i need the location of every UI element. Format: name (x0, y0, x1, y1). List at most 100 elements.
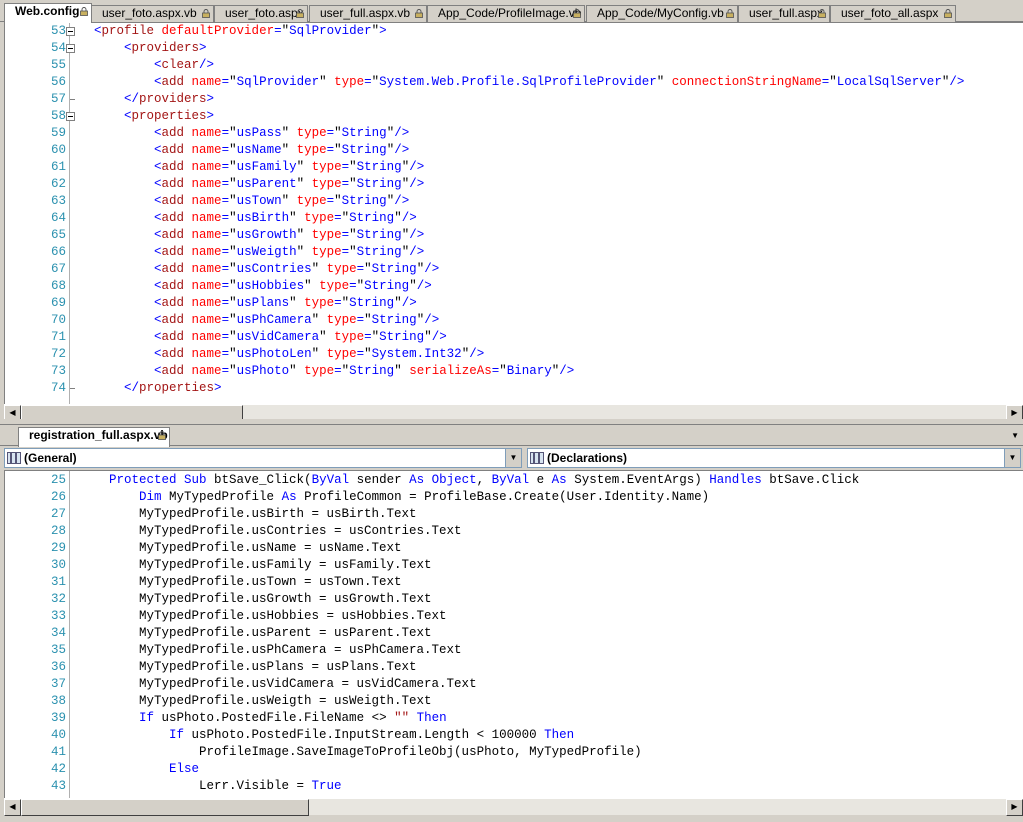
registration-vb-editor[interactable]: 25 Protected Sub btSave_Click(ByVal send… (4, 470, 1023, 798)
line-number: 42 (50, 762, 66, 776)
code-token: /> (409, 177, 425, 191)
chevron-down-icon[interactable]: ▼ (1004, 449, 1020, 467)
code-token: MyTypedProfile (169, 490, 282, 504)
method-name-combo[interactable]: (Declarations) ▼ (527, 448, 1021, 468)
tab-label: user_foto.aspx (225, 6, 304, 20)
code-line[interactable]: 74 </properties> (5, 380, 1023, 397)
code-line[interactable]: 40 If usPhoto.PostedFile.InputStream.Len… (5, 727, 1023, 744)
bottom-horizontal-scrollbar[interactable]: ◀ ▶ (4, 798, 1023, 816)
document-tab[interactable]: App_Code/ProfileImage.vb (427, 5, 585, 22)
document-tab[interactable]: user_full.aspx.vb (309, 5, 427, 22)
code-token: /> (401, 296, 417, 310)
code-line[interactable]: 31 MyTypedProfile.usTown = usTown.Text (5, 574, 1023, 591)
code-line[interactable]: 70 <add name="usPhCamera" type="String"/… (5, 312, 1023, 329)
code-token: SqlProvider (289, 24, 372, 38)
code-line[interactable]: 63 <add name="usTown" type="String"/> (5, 193, 1023, 210)
code-token: usName (236, 143, 282, 157)
code-line[interactable]: 36 MyTypedProfile.usPlans = usPlans.Text (5, 659, 1023, 676)
document-tab[interactable]: user_foto.aspx (214, 5, 308, 22)
code-line[interactable]: 61 <add name="usFamily" type="String"/> (5, 159, 1023, 176)
pane-splitter[interactable] (0, 419, 1023, 425)
code-line[interactable]: 42 Else (5, 761, 1023, 778)
document-tab[interactable]: user_foto.aspx.vb (91, 5, 214, 22)
lock-icon (818, 9, 826, 18)
code-line[interactable]: 58 <properties> (5, 108, 1023, 125)
document-tab[interactable]: user_full.aspx (738, 5, 830, 22)
code-token: " (296, 160, 312, 174)
code-line[interactable]: 67 <add name="usContries" type="String"/… (5, 261, 1023, 278)
code-line[interactable]: 66 <add name="usWeigth" type="String"/> (5, 244, 1023, 261)
code-line[interactable]: 37 MyTypedProfile.usVidCamera = usVidCam… (5, 676, 1023, 693)
code-line[interactable]: 34 MyTypedProfile.usParent = usParent.Te… (5, 625, 1023, 642)
code-token: add (161, 228, 192, 242)
code-line[interactable]: 69 <add name="usPlans" type="String"/> (5, 295, 1023, 312)
code-line[interactable]: 32 MyTypedProfile.usGrowth = usGrowth.Te… (5, 591, 1023, 608)
code-line[interactable]: 54 <providers> (5, 40, 1023, 57)
code-line[interactable]: 30 MyTypedProfile.usFamily = usFamily.Te… (5, 557, 1023, 574)
document-tab[interactable]: registration_full.aspx.vb (18, 427, 170, 447)
scroll-left-icon[interactable]: ◀ (4, 799, 21, 816)
code-token: " (289, 364, 305, 378)
code-token: " (364, 313, 372, 327)
code-line[interactable]: 35 MyTypedProfile.usPhCamera = usPhCamer… (5, 642, 1023, 659)
code-text: <add name="usContries" type="String"/> (79, 261, 439, 278)
chevron-down-icon[interactable]: ▼ (505, 449, 521, 467)
lock-icon (202, 9, 210, 18)
code-line[interactable]: 28 MyTypedProfile.usContries = usContrie… (5, 523, 1023, 540)
code-line[interactable]: 73 <add name="usPhoto" type="String" ser… (5, 363, 1023, 380)
scroll-right-icon[interactable]: ▶ (1006, 799, 1023, 816)
tab-label: user_full.aspx.vb (320, 6, 411, 20)
code-line[interactable]: 27 MyTypedProfile.usBirth = usBirth.Text (5, 506, 1023, 523)
code-line[interactable]: 68 <add name="usHobbies" type="String"/> (5, 278, 1023, 295)
code-token: " (289, 211, 305, 225)
collapse-icon[interactable] (66, 112, 75, 121)
code-text: <add name="usHobbies" type="String"/> (79, 278, 432, 295)
line-number: 25 (50, 473, 66, 487)
code-line[interactable]: 64 <add name="usBirth" type="String"/> (5, 210, 1023, 227)
tab-label: user_foto.aspx.vb (102, 6, 197, 20)
code-line[interactable]: 60 <add name="usName" type="String"/> (5, 142, 1023, 159)
code-line[interactable]: 71 <add name="usVidCamera" type="String"… (5, 329, 1023, 346)
code-line[interactable]: 25 Protected Sub btSave_Click(ByVal send… (5, 472, 1023, 489)
code-line[interactable]: 53 <profile defaultProvider="SqlProvider… (5, 23, 1023, 40)
code-token: /> (401, 211, 417, 225)
code-token: Dim (139, 490, 170, 504)
class-name-combo[interactable]: (General) ▼ (4, 448, 522, 468)
code-token: type (334, 75, 365, 89)
document-tab[interactable]: user_foto_all.aspx (830, 5, 956, 22)
outline-end-marker (70, 380, 75, 389)
top-tab-bar: Web.config user_foto.aspx.vb user_foto.asp… (0, 2, 1023, 23)
code-line[interactable]: 41 ProfileImage.SaveImageToProfileObj(us… (5, 744, 1023, 761)
code-line[interactable]: 57 </providers> (5, 91, 1023, 108)
code-line[interactable]: 62 <add name="usParent" type="String"/> (5, 176, 1023, 193)
collapse-icon[interactable] (66, 27, 75, 36)
code-line[interactable]: 43 Lerr.Visible = True (5, 778, 1023, 795)
collapse-icon[interactable] (66, 44, 75, 53)
code-line[interactable]: 72 <add name="usPhotoLen" type="System.I… (5, 346, 1023, 363)
code-token: = (221, 160, 230, 174)
scroll-thumb[interactable] (21, 799, 309, 816)
code-token: " (334, 126, 342, 140)
code-token: " (394, 296, 402, 310)
document-tab[interactable]: App_Code/MyConfig.vb (586, 5, 738, 22)
code-text: <add name="usTown" type="String"/> (79, 193, 409, 210)
tab-dropdown-icon[interactable]: ▼ (1011, 431, 1019, 440)
code-token: MyTypedProfile.usName = usName.Text (79, 541, 402, 555)
code-token: " (499, 364, 507, 378)
code-line[interactable]: 39 If usPhoto.PostedFile.FileName <> "" … (5, 710, 1023, 727)
code-line[interactable]: 29 MyTypedProfile.usName = usName.Text (5, 540, 1023, 557)
code-line[interactable]: 59 <add name="usPass" type="String"/> (5, 125, 1023, 142)
document-tab[interactable]: Web.config (4, 3, 92, 23)
code-token: " (409, 279, 417, 293)
code-token: type (319, 279, 350, 293)
code-line[interactable]: 56 <add name="SqlProvider" type="System.… (5, 74, 1023, 91)
code-line[interactable]: 33 MyTypedProfile.usHobbies = usHobbies.… (5, 608, 1023, 625)
web-config-editor[interactable]: 53 <profile defaultProvider="SqlProvider… (4, 22, 1023, 404)
code-line[interactable]: 55 <clear/> (5, 57, 1023, 74)
code-line[interactable]: 65 <add name="usGrowth" type="String"/> (5, 227, 1023, 244)
code-line[interactable]: 26 Dim MyTypedProfile As ProfileCommon =… (5, 489, 1023, 506)
code-line[interactable]: 38 MyTypedProfile.usWeigth = usWeigth.Te… (5, 693, 1023, 710)
